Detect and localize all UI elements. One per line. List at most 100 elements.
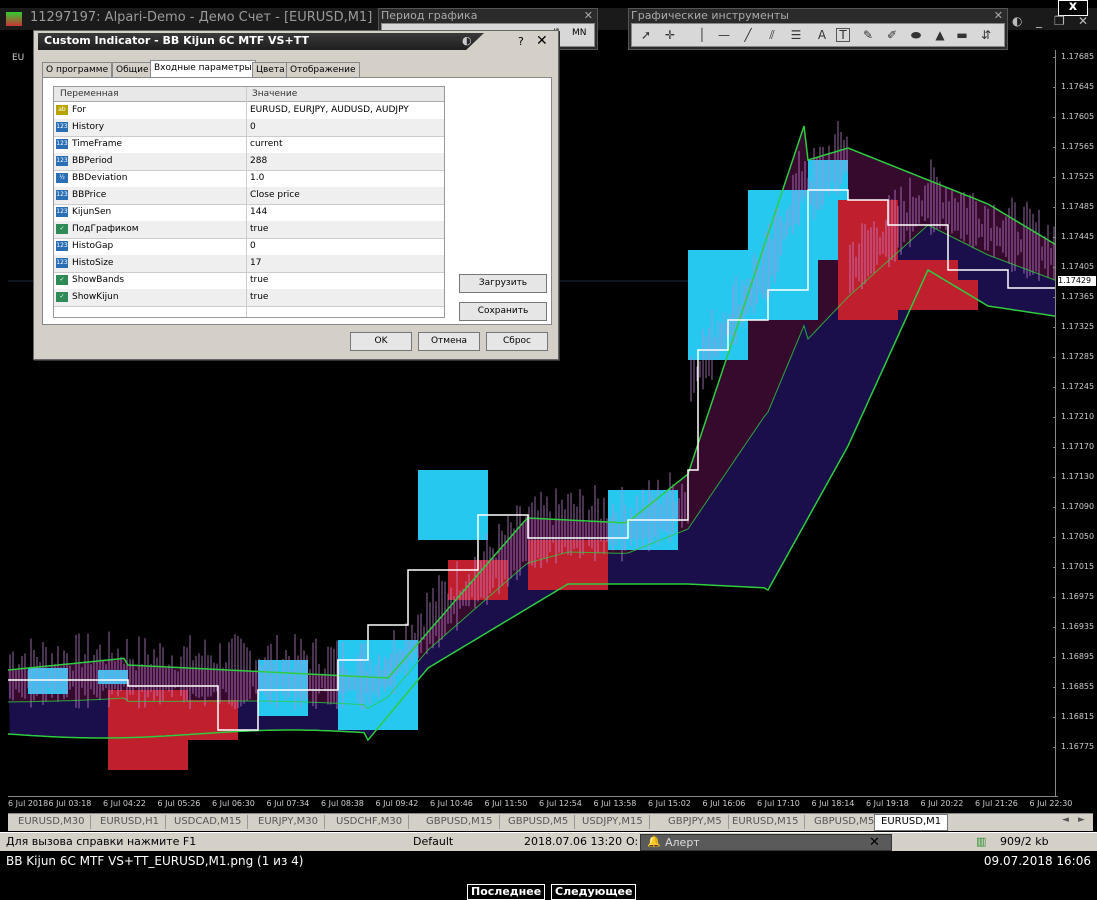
symbol-tab[interactable]: EURJPY,M30: [252, 815, 325, 829]
param-row[interactable]: 123 History 0: [54, 119, 444, 137]
save-button[interactable]: Сохранить: [459, 302, 547, 321]
param-type-icon: ✓: [56, 292, 68, 302]
load-button[interactable]: Загрузить: [459, 274, 547, 293]
tabs-scroll-right-icon[interactable]: ►: [1078, 815, 1085, 825]
alert-window-tab[interactable]: 🔔 Алерт ✕: [640, 834, 892, 851]
param-value[interactable]: 144: [250, 207, 267, 217]
symbol-tab[interactable]: EURUSD,H1: [94, 815, 167, 829]
price-tick-label: 1.17525: [1061, 172, 1095, 181]
price-tick-label: 1.16855: [1061, 682, 1095, 691]
param-value[interactable]: true: [250, 275, 268, 285]
status-profile: Default: [413, 835, 454, 848]
param-name: BBPeriod: [72, 156, 113, 166]
bell-icon: 🔔: [647, 835, 661, 848]
next-button[interactable]: Следующее: [551, 884, 637, 900]
channel-icon[interactable]: ⫽: [764, 27, 780, 43]
param-value[interactable]: 17: [250, 258, 261, 268]
status-traffic: 909/2 kb: [1000, 835, 1049, 848]
tab-3[interactable]: Цвета: [252, 62, 289, 78]
symbol-tab[interactable]: USDCHF,M30: [330, 815, 410, 829]
pencil-icon[interactable]: ✎: [860, 27, 876, 43]
rectangle-icon[interactable]: ▬: [954, 27, 970, 43]
restore-icon[interactable]: ❐: [1054, 14, 1065, 28]
connection-icon: ▥: [976, 835, 987, 848]
param-value[interactable]: true: [250, 292, 268, 302]
vertical-line-icon[interactable]: │: [694, 27, 710, 43]
price-tick-label: 1.17170: [1061, 442, 1095, 451]
param-value[interactable]: current: [250, 139, 282, 149]
symbol-tab[interactable]: EURUSD,M30: [12, 815, 92, 829]
symbol-tab[interactable]: EURUSD,M15: [726, 815, 806, 829]
param-row[interactable]: 123 HistoSize 17: [54, 255, 444, 273]
param-value[interactable]: 0: [250, 122, 256, 132]
app-icon: [6, 12, 22, 26]
param-value[interactable]: 1.0: [250, 173, 264, 183]
menu-icon[interactable]: ◐: [1012, 14, 1022, 28]
reset-button[interactable]: Сброс: [486, 332, 548, 351]
symbol-tab[interactable]: USDCAD,M15: [168, 815, 249, 829]
symbol-tab[interactable]: GBPUSD,M5: [808, 815, 882, 829]
cursor-icon[interactable]: ➚: [638, 27, 654, 43]
viewer-filename: BB Kijun 6C MTF VS+TT_EURUSD,M1.png (1 и…: [6, 854, 304, 868]
period-button-mn[interactable]: MN: [572, 28, 587, 38]
symbol-tab[interactable]: EURUSD,M1: [874, 814, 949, 831]
param-row[interactable]: 123 HistoGap 0: [54, 238, 444, 256]
param-row[interactable]: ab For EURUSD, EURJPY, AUDUSD, AUDJPY: [54, 102, 444, 120]
symbol-tab[interactable]: GBPJPY,M5: [662, 815, 729, 829]
param-row[interactable]: 123 BBPeriod 288: [54, 153, 444, 171]
graphic-tools-toolbar: Графические инструменты ✕ ➚ ✛ │ — ╱ ⫽ ☰ …: [628, 8, 1008, 50]
close-icon[interactable]: ✕: [584, 9, 593, 22]
minimize-icon[interactable]: _: [1036, 14, 1042, 28]
dialog-title: Custom Indicator - BB Kijun 6C MTF VS+TT: [44, 34, 309, 47]
tab-4[interactable]: Отображение: [286, 62, 360, 78]
param-value[interactable]: EURUSD, EURJPY, AUDUSD, AUDJPY: [250, 105, 409, 115]
param-name: BBDeviation: [72, 173, 128, 183]
param-value[interactable]: 288: [250, 156, 267, 166]
symbol-tab[interactable]: USDJPY,M15: [576, 815, 650, 829]
symbol-tab[interactable]: GBPUSD,M15: [420, 815, 500, 829]
ok-button[interactable]: OK: [350, 332, 412, 351]
param-row[interactable]: 123 BBPrice Close price: [54, 187, 444, 205]
tab-1[interactable]: Общие: [112, 62, 153, 78]
param-type-icon: ✓: [56, 275, 68, 285]
symbol-tab[interactable]: GBPUSD,M5: [502, 815, 576, 829]
param-row[interactable]: 123 TimeFrame current: [54, 136, 444, 154]
param-row[interactable]: ✓ ShowBands true: [54, 272, 444, 290]
ellipse-icon[interactable]: ⬬: [908, 27, 924, 43]
arrows-dropdown-icon[interactable]: ⇵: [978, 27, 994, 43]
param-value[interactable]: 0: [250, 241, 256, 251]
param-name: BBPrice: [72, 190, 107, 200]
previous-button[interactable]: Последнее: [467, 884, 546, 900]
price-tick-label: 1.17210: [1061, 412, 1095, 421]
cancel-button[interactable]: Отмена: [418, 332, 480, 351]
param-value[interactable]: true: [250, 224, 268, 234]
crosshair-icon[interactable]: ✛: [662, 27, 678, 43]
params-header: Переменная Значение: [54, 87, 444, 102]
price-tick-label: 1.17605: [1061, 112, 1095, 121]
col-variable-header: Переменная: [60, 89, 119, 99]
text-label-tool[interactable]: T: [836, 28, 850, 42]
help-button[interactable]: ?: [518, 35, 524, 48]
close-icon[interactable]: ✕: [869, 835, 880, 850]
triangle-icon[interactable]: ▲: [932, 27, 948, 43]
fibo-icon[interactable]: ☰: [788, 27, 804, 43]
horizontal-line-icon[interactable]: —: [716, 27, 732, 43]
param-row[interactable]: ✓ ПодГрафиком true: [54, 221, 444, 239]
param-value[interactable]: Close price: [250, 190, 300, 200]
price-tick-label: 1.17645: [1061, 82, 1095, 91]
close-icon[interactable]: ✕: [1078, 14, 1088, 28]
trendline-icon[interactable]: ╱: [740, 27, 756, 43]
symbol-tabs: EURUSD,M30 EURUSD,H1 USDCAD,M15 EURJPY,M30 U…: [8, 813, 1093, 831]
tab-0[interactable]: О программе: [42, 62, 113, 78]
price-tick-label: 1.17285: [1061, 352, 1095, 361]
close-icon[interactable]: ✕: [994, 9, 1003, 22]
graphic-tools-title: Графические инструменты: [631, 9, 789, 22]
brush-icon[interactable]: ✐: [884, 27, 900, 43]
param-type-icon: 123: [56, 258, 68, 268]
tabs-scroll-left-icon[interactable]: ◄: [1062, 815, 1069, 825]
dialog-close-button[interactable]: ✕: [536, 33, 548, 49]
param-row[interactable]: 123 KijunSen 144: [54, 204, 444, 222]
param-row[interactable]: ✓ ShowKijun true: [54, 289, 444, 307]
param-row[interactable]: ½ BBDeviation 1.0: [54, 170, 444, 188]
text-tool-a[interactable]: A: [814, 27, 830, 43]
